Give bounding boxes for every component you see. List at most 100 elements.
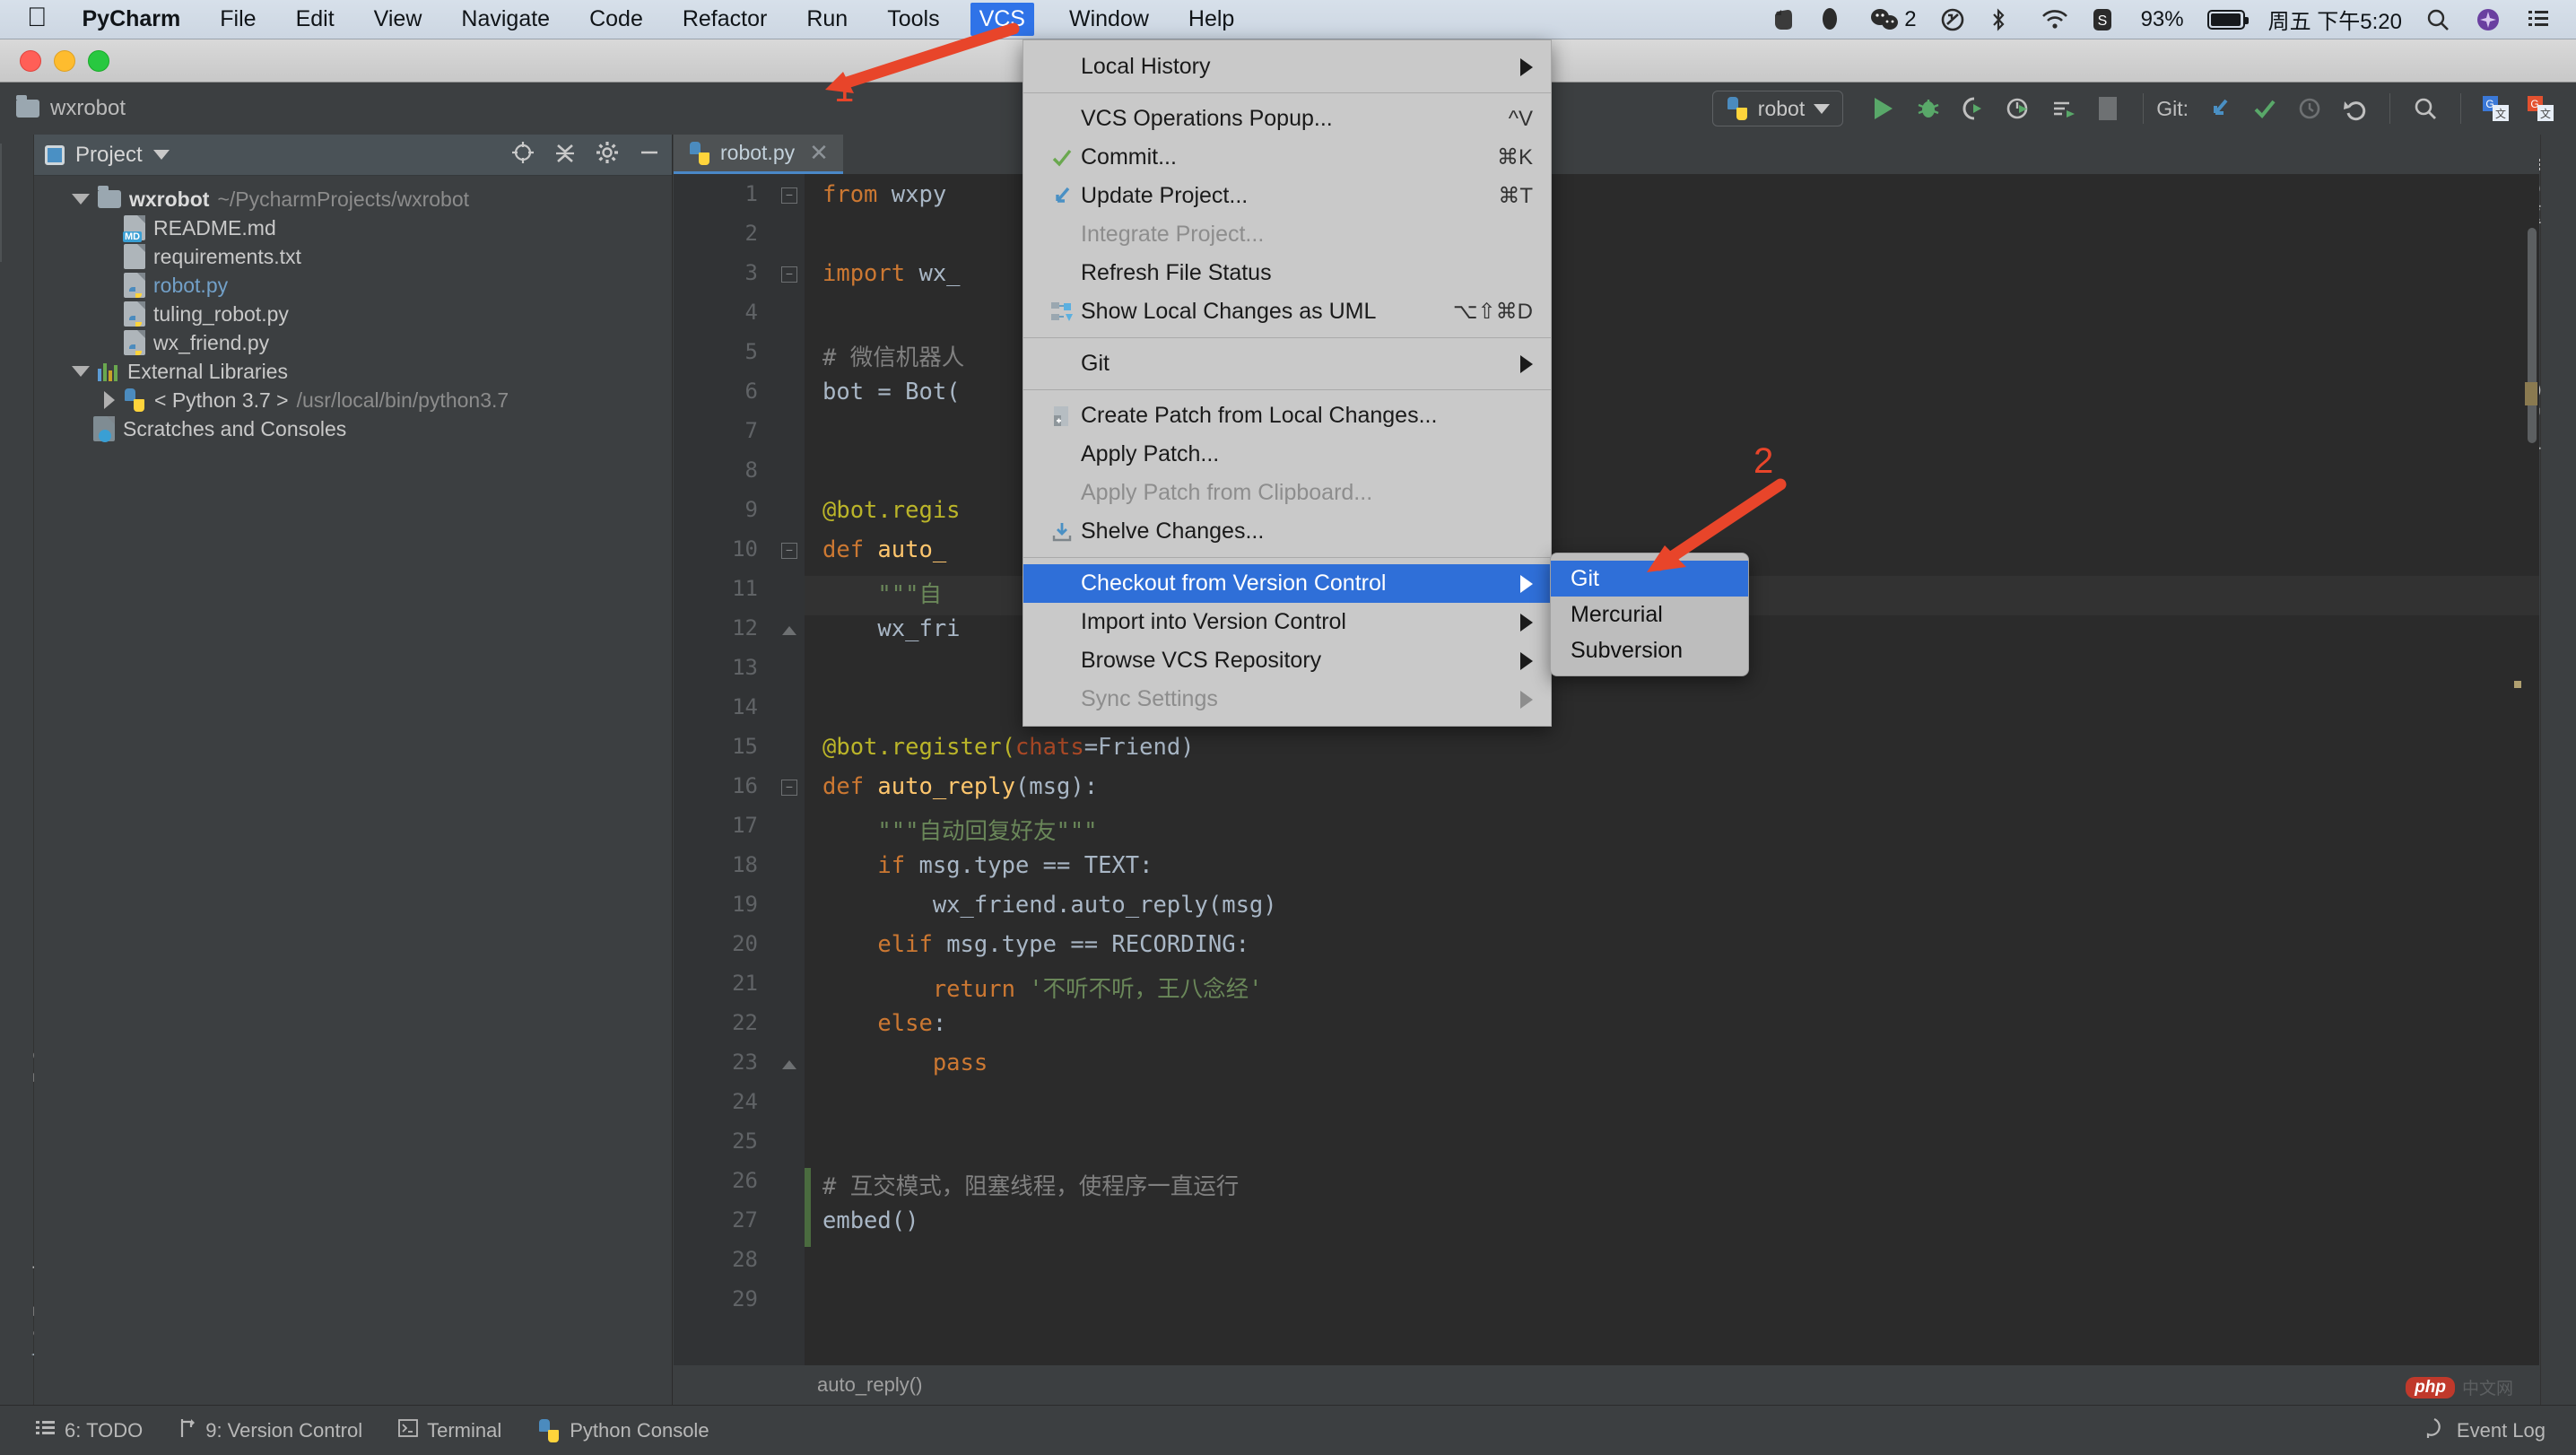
wifi-icon[interactable] — [2041, 7, 2067, 32]
run-configuration-selector[interactable]: robot — [1711, 91, 1844, 126]
menu-item-vcs-operations-popup[interactable]: VCS Operations Popup... ^V — [1023, 100, 1551, 138]
gear-icon[interactable] — [595, 140, 620, 170]
locate-file-icon[interactable] — [510, 140, 535, 170]
collapse-all-icon[interactable] — [553, 140, 577, 170]
fold-toggle-icon[interactable]: − — [781, 543, 797, 559]
sidebar-item-project[interactable]: 1: Project — [0, 144, 2, 262]
tree-item-wxrobot[interactable]: wxrobot ~/PycharmProjects/wxrobot — [34, 185, 672, 213]
submenu-item-git[interactable]: Git — [1551, 561, 1748, 597]
clock-label[interactable]: 周五 下午5:20 — [2268, 4, 2402, 35]
menu-item-checkout-from-version-control[interactable]: Checkout from Version Control — [1023, 564, 1551, 603]
tree-item-requirements[interactable]: requirements.txt — [34, 242, 672, 271]
notification-center-icon[interactable] — [2526, 7, 2553, 32]
line-number: 10 — [732, 536, 758, 562]
sogou-input-icon[interactable]: S — [2091, 7, 2118, 32]
run-button[interactable] — [1861, 88, 1906, 129]
update-project-button[interactable] — [2197, 88, 2242, 129]
chevron-down-icon[interactable] — [152, 150, 170, 160]
evernote-icon[interactable] — [1770, 7, 1797, 32]
text-file-icon — [124, 244, 145, 269]
menu-item-refresh-file-status[interactable]: Refresh File Status — [1023, 254, 1551, 292]
apple-logo-icon[interactable]:  — [27, 4, 48, 31]
run-coverage-button[interactable] — [1951, 88, 1996, 129]
fold-end-icon[interactable] — [782, 1060, 796, 1069]
menu-item-local-history[interactable]: Local History — [1023, 48, 1551, 86]
menu-navigate[interactable]: Navigate — [457, 4, 554, 34]
menu-file[interactable]: File — [215, 4, 260, 34]
menu-item-create-patch-from-local-changes[interactable]: Create Patch from Local Changes... — [1023, 396, 1551, 435]
commit-button[interactable] — [2242, 88, 2287, 129]
menu-item-apply-patch[interactable]: Apply Patch... — [1023, 435, 1551, 474]
spotlight-search-icon[interactable] — [2425, 7, 2452, 32]
chevron-down-icon[interactable] — [72, 194, 90, 205]
battery-percent-label: 93% — [2140, 6, 2184, 31]
scrollbar-marker[interactable] — [2525, 382, 2537, 405]
menu-view[interactable]: View — [370, 4, 427, 34]
menu-item-shelve-changes[interactable]: Shelve Changes... — [1023, 512, 1551, 551]
stop-button[interactable] — [2085, 88, 2130, 129]
tree-item-external-libraries[interactable]: External Libraries — [34, 357, 672, 386]
search-everywhere-button[interactable] — [2403, 88, 2448, 129]
menu-item-show-local-changes-as-uml[interactable]: Show Local Changes as UML ⌥⇧⌘D — [1023, 292, 1551, 331]
menu-item-commit[interactable]: Commit... ⌘K — [1023, 138, 1551, 177]
status-item-python-console[interactable]: Python Console — [537, 1418, 709, 1443]
submenu-item-mercurial[interactable]: Mercurial — [1551, 597, 1748, 632]
event-log-label[interactable]: Event Log — [2457, 1419, 2546, 1442]
translate-button-2[interactable]: G文 — [2519, 88, 2563, 129]
editor-scrollbar[interactable] — [2528, 228, 2537, 443]
editor-tab-robot-py[interactable]: robot.py ✕ — [674, 135, 843, 174]
tree-item-python-interpreter[interactable]: < Python 3.7 > /usr/local/bin/python3.7 — [34, 386, 672, 414]
hide-panel-icon[interactable] — [638, 141, 661, 169]
close-icon[interactable]: ✕ — [809, 139, 829, 167]
menu-item-browse-vcs-repository[interactable]: Browse VCS Repository — [1023, 641, 1551, 680]
fold-toggle-icon[interactable]: − — [781, 780, 797, 796]
menu-item-update-project[interactable]: Update Project... ⌘T — [1023, 177, 1551, 215]
bluetooth-icon[interactable] — [1990, 7, 2017, 32]
status-item-terminal[interactable]: Terminal — [398, 1419, 501, 1442]
tree-item-wx-friend-py[interactable]: wx_friend.py — [34, 328, 672, 357]
line-number: 29 — [732, 1286, 758, 1311]
menu-run[interactable]: Run — [802, 4, 852, 34]
wechat-tray[interactable]: 2 — [1870, 7, 1917, 32]
menu-pycharm[interactable]: PyCharm — [78, 4, 186, 34]
notability-icon[interactable] — [1940, 7, 1967, 32]
wechat-icon[interactable] — [1870, 7, 1899, 32]
run-with-console-button[interactable] — [2041, 88, 2085, 129]
code-folding-gutter[interactable]: − − − − — [774, 174, 805, 1365]
status-item-version-control-label: 9: Version Control — [205, 1418, 363, 1442]
chevron-right-icon[interactable] — [104, 391, 115, 409]
status-item-todo[interactable]: 6: TODO — [36, 1419, 143, 1442]
translate-button-1[interactable]: G文 — [2474, 88, 2519, 129]
editor-breadcrumb[interactable]: auto_reply() — [674, 1365, 2539, 1405]
project-tree: wxrobot ~/PycharmProjects/wxrobot MD REA… — [34, 176, 672, 443]
chevron-down-icon[interactable] — [72, 366, 90, 377]
tree-item-tuling-robot-py[interactable]: tuling_robot.py — [34, 300, 672, 328]
fold-end-icon[interactable] — [782, 626, 796, 635]
menu-tools[interactable]: Tools — [883, 4, 944, 34]
history-button[interactable] — [2287, 88, 2332, 129]
code-editor[interactable]: 1 2 3 4 5 6 7 8 9 10 11 12 13 14 15 16 17 18 19 20 21 22 23 24 2… — [674, 174, 2539, 1365]
submenu-item-subversion[interactable]: Subversion — [1551, 632, 1748, 668]
menu-window[interactable]: Window — [1065, 4, 1153, 34]
menu-item-import-into-version-control[interactable]: Import into Version Control — [1023, 603, 1551, 641]
menu-help[interactable]: Help — [1184, 4, 1239, 34]
menu-code[interactable]: Code — [585, 4, 648, 34]
menu-vcs[interactable]: VCS — [970, 3, 1034, 36]
rollback-button[interactable] — [2332, 88, 2377, 129]
fold-toggle-icon[interactable]: − — [781, 266, 797, 283]
tree-item-robot-py[interactable]: robot.py — [34, 271, 672, 300]
menu-refactor[interactable]: Refactor — [678, 4, 771, 34]
status-item-version-control[interactable]: 9: Version Control — [178, 1417, 362, 1444]
menu-edit[interactable]: Edit — [292, 4, 339, 34]
siri-icon[interactable] — [2476, 7, 2502, 32]
battery-icon[interactable] — [2206, 9, 2249, 30]
profile-button[interactable] — [1996, 88, 2041, 129]
scrollbar-marker-small[interactable] — [2514, 681, 2521, 688]
qq-icon[interactable] — [1820, 7, 1847, 32]
debug-button[interactable] — [1906, 88, 1951, 129]
menu-item-git[interactable]: Git — [1023, 344, 1551, 383]
fold-toggle-icon[interactable]: − — [781, 187, 797, 204]
tree-item-scratches[interactable]: Scratches and Consoles — [34, 414, 672, 443]
tree-item-readme[interactable]: MD README.md — [34, 213, 672, 242]
